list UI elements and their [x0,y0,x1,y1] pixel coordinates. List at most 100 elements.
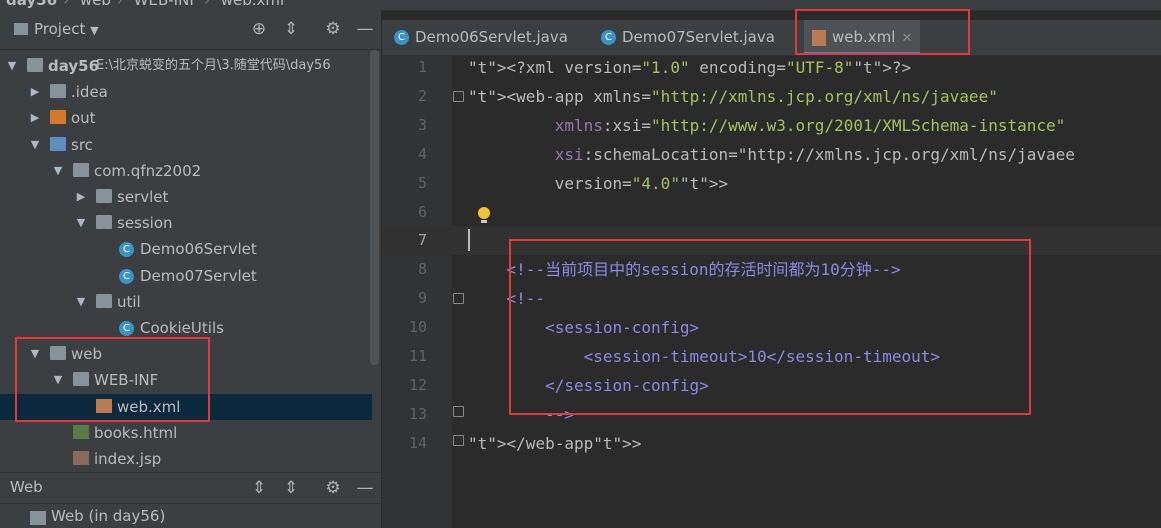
code-line: "t"><web-app xmlns="http://xmlns.jcp.org… [468,86,998,106]
expand-arrow-icon[interactable]: ▼ [29,132,41,158]
tree-item-label: out [71,109,96,128]
collapse-all-icon[interactable]: ⇕ [281,478,301,498]
code-line: xsi:schemaLocation="http://xmlns.jcp.org… [554,144,1075,164]
highlight-box [15,337,210,422]
line-number: 13 [408,404,427,423]
tree-item[interactable]: ▼ src [0,132,372,158]
line-number: 10 [408,318,427,337]
fold-icon[interactable] [453,293,464,304]
tree-item-label: books.html [94,423,178,442]
code-line: "t"><?xml version="1.0" encoding="UTF-8"… [468,58,912,77]
expand-arrow-icon[interactable]: ▼ [6,53,18,79]
web-facet-label: Web (in day56) [51,507,166,525]
module-icon [27,58,43,72]
class-icon: C [119,268,134,284]
tree-item-label: day56 [48,57,100,75]
tree-scrollbar[interactable] [370,50,379,365]
project-panel-header: Project ▼ ⊕ ⇕ ⚙ — [0,11,381,50]
package-icon [96,215,112,230]
line-number: 7 [417,231,427,250]
package-icon [96,189,112,203]
fold-icon[interactable] [453,435,464,446]
expand-arrow-icon[interactable]: ▼ [75,289,87,315]
gear-icon[interactable]: ⚙ [323,478,343,498]
class-icon: C [119,321,134,336]
folder-icon [14,23,28,35]
text-caret [468,229,470,251]
tree-item-label: util [117,292,141,311]
web-panel-header: Web ⇕ ⇕ ⚙ — [0,472,381,504]
hide-panel-icon[interactable]: — [355,478,375,498]
line-number: 1 [417,58,427,76]
line-number: 5 [417,173,427,192]
jsp-file-icon [73,451,89,465]
class-icon: C [119,242,134,258]
chevron-down-icon: ▼ [90,24,99,37]
tree-item[interactable]: C Demo07Servlet [0,263,372,289]
lightbulb-icon[interactable] [477,207,491,223]
editor-tab-bar: C Demo06Servlet.java C Demo07Servlet.java … [382,20,1161,56]
collapse-all-icon[interactable]: ⇕ [281,19,301,39]
expand-all-icon[interactable]: ⇕ [249,478,269,498]
tab-demo07servlet[interactable]: C Demo07Servlet.java [601,20,775,55]
source-folder-icon [50,136,66,151]
fold-icon[interactable] [453,406,464,417]
tree-item-label: session [117,214,173,233]
breadcrumb-item[interactable]: web.xml [221,0,284,9]
code-line: version="4.0""t">> [554,173,729,193]
package-icon [96,293,112,308]
web-module-icon [30,511,46,525]
tree-item[interactable]: ▶ .idea [0,79,372,105]
tree-item[interactable]: C Demo06Servlet [0,236,372,262]
tree-item-label: com.qfnz2002 [94,161,202,180]
package-icon [73,162,89,177]
class-icon: C [394,30,409,45]
hide-panel-icon[interactable]: — [355,19,375,39]
line-number: 8 [417,260,427,279]
code-line: xmlns:xsi="http://www.w3.org/2001/XMLSch… [554,115,1066,135]
gear-icon[interactable]: ⚙ [323,19,343,39]
excluded-folder-icon [50,110,66,125]
tree-item[interactable]: index.jsp [0,446,372,472]
line-number: 9 [417,289,427,308]
collapse-arrow-icon[interactable]: ▶ [29,79,41,105]
highlight-box [795,9,970,55]
html-file-icon [73,424,89,439]
line-number: 12 [408,375,427,394]
tab-demo06servlet[interactable]: C Demo06Servlet.java [394,20,568,55]
tree-item[interactable]: ▶ servlet [0,184,372,210]
tree-item-label: src [71,135,93,154]
collapse-arrow-icon[interactable]: ▶ [75,184,87,210]
fold-icon[interactable] [453,91,464,102]
collapse-arrow-icon[interactable]: ▶ [29,105,41,131]
web-panel-title: Web [10,478,43,496]
folder-icon [50,84,66,99]
line-number: 3 [417,115,427,134]
breadcrumb-item[interactable]: day56 [6,0,57,9]
locate-icon[interactable]: ⊕ [249,19,269,39]
tree-item[interactable]: ▼ util [0,289,372,315]
tree-item[interactable]: ▼ com.qfnz2002 [0,158,372,184]
tree-item-label: Demo07Servlet [140,266,257,285]
breadcrumb-item[interactable]: web [80,0,111,9]
tree-item[interactable]: ▼ session [0,210,372,236]
project-panel-title: Project [34,20,86,38]
tree-item[interactable]: ▶ out [0,105,372,131]
tree-item-label: servlet [117,188,169,206]
tree-item[interactable]: ▼ day56 E:\北京蜕变的五个月\3.随堂代码\day56 [0,53,372,79]
project-view-selector[interactable]: Project ▼ [14,20,99,38]
tree-item-label: Demo06Servlet [140,240,257,259]
line-number: 2 [417,86,427,105]
expand-arrow-icon[interactable]: ▼ [52,158,64,184]
web-facet-item[interactable]: Web (in day56) [0,505,381,528]
breadcrumb-item[interactable]: WEB-INF [134,0,198,9]
line-number: 14 [408,433,427,452]
line-number: 4 [417,144,427,163]
tree-item-label: index.jsp [94,450,162,468]
module-path-hint: E:\北京蜕变的五个月\3.随堂代码\day56 [96,58,331,73]
line-number: 6 [417,202,427,221]
tree-item-label: .idea [71,83,108,102]
expand-arrow-icon[interactable]: ▼ [75,210,87,236]
tree-item[interactable]: books.html [0,420,372,446]
line-number: 11 [408,347,427,365]
